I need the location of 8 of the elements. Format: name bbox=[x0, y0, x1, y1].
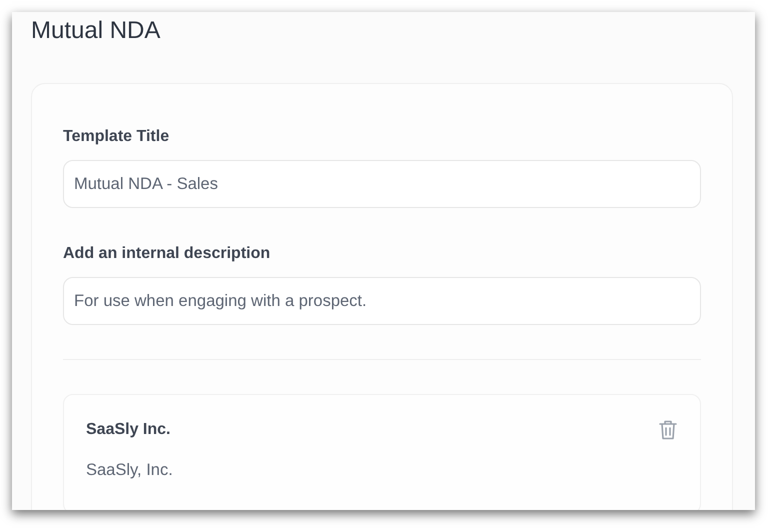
party-name: SaaSly Inc. bbox=[86, 421, 170, 439]
field-label: Add an internal description bbox=[63, 245, 272, 263]
page-title: Mutual NDA bbox=[31, 16, 162, 46]
field-label: Template Title bbox=[63, 128, 170, 146]
input-field[interactable]: For use when engaging with a prospect. bbox=[63, 277, 701, 325]
party-legal-name: SaaSly, Inc. bbox=[86, 461, 174, 480]
input-field[interactable]: Mutual NDA - Sales bbox=[63, 160, 701, 208]
trash-icon[interactable] bbox=[658, 419, 678, 441]
